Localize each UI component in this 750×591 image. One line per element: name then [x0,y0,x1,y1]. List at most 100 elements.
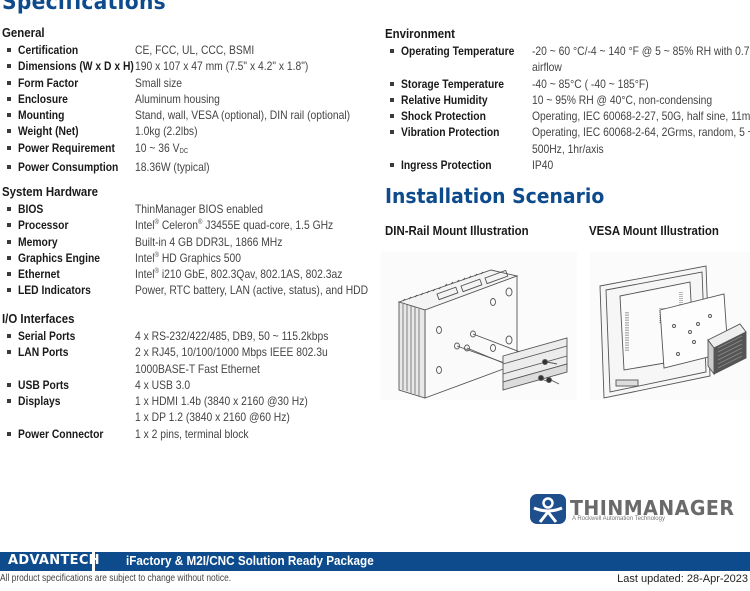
bullet-icon [2,328,18,344]
spec-value: Aluminum housing [135,91,220,106]
spec-value: Operating, IEC 60068-2-27, 50G, half sin… [532,109,750,124]
spec-row: LED Indicators Power, RTC battery, LAN (a… [2,282,406,298]
spec-list: Serial Ports 4 x RS-232/422/485, DB9, 50 … [2,328,360,442]
page-title: Specifications [2,0,166,15]
spec-label: Enclosure [18,91,68,106]
spec-label: Memory [18,234,58,249]
spec-label: Processor [18,218,69,233]
spec-row: USB Ports 4 x USB 3.0 [2,377,360,393]
spec-label: Displays [18,394,61,409]
spec-value: Built-in 4 GB DDR3L, 1866 MHz [135,234,283,249]
spec-row: LAN Ports 2 x RJ45, 10/100/1000 Mbps IEEE… [2,344,360,377]
spec-label: USB Ports [18,377,70,392]
section-environment: Environment Operating Temperature -20 ~ 6… [385,25,750,173]
footer-bar [0,552,750,571]
spec-list: Certification CE, FCC, UL, CCC, BSMI Dimen… [2,42,385,175]
spec-value: 2 x RJ45, 10/100/1000 Mbps IEEE 802.3u [135,345,328,360]
spec-label: Vibration Protection [401,125,500,140]
spec-row: Dimensions (W x D x H) 190 x 107 x 47 mm … [2,58,385,74]
spec-label: LED Indicators [18,283,91,298]
bullet-icon [2,282,18,298]
spec-value: 10 ~ 36 VDC [135,140,189,155]
spec-value: 4 x USB 3.0 [135,377,191,392]
vesa-drawing-icon [599,265,747,399]
bullet-icon [2,123,18,139]
spec-row: Processor Intel® Celeron® J3455E quad-cor… [2,217,406,233]
section-heading: I/O Interfaces [2,311,75,326]
spec-label: BIOS [18,202,44,216]
bullet-icon [2,426,18,442]
footer-title: iFactory & M2I/CNC Solution Ready Packag… [126,553,374,568]
bullet-icon [2,107,18,123]
spec-row: Power Consumption 18.36W (typical) [2,159,385,175]
bullet-icon [2,58,18,74]
spec-row: Displays 1 x HDMI 1.4b (3840 x 2160 @30 H… [2,393,360,426]
spec-row: Ethernet Intel® i210 GbE, 802.3Qav, 802.1… [2,266,406,282]
spec-value: -40 ~ 85°C ( -40 ~ 185°F) [532,76,649,91]
spec-row: BIOS ThinManager BIOS enabled [2,201,406,217]
spec-row: Vibration Protection Operating, IEC 60068… [385,124,750,157]
spec-label: Storage Temperature [401,76,505,91]
spec-label: Ingress Protection [401,158,492,173]
bullet-icon [2,201,18,217]
thinmanager-person-icon [530,494,566,524]
thinmanager-logo: THINMANAGER A Rockwell Automation Techno… [530,494,750,526]
din-rail-drawing-icon [397,269,568,399]
spec-row: Operating Temperature -20 ~ 60 °C/-4 ~ 14… [385,43,750,76]
section-heading: Environment [385,26,455,41]
footer-disclaimer: All product specifications are subject t… [0,573,232,584]
spec-row: Enclosure Aluminum housing [2,91,385,107]
section-heading: General [2,25,45,40]
bullet-icon [385,124,401,140]
spec-row: Relative Humidity 10 ~ 95% RH @ 40°C, non… [385,92,750,108]
spec-value: 1000BASE-T Fast Ethernet [135,361,260,376]
bullet-icon [2,42,18,58]
bullet-icon [2,393,18,409]
vesa-mount-illustration [590,252,750,400]
spec-value: 1 x DP 1.2 (3840 x 2160 @60 Hz) [135,410,290,425]
spec-list: Operating Temperature -20 ~ 60 °C/-4 ~ 14… [385,43,750,173]
spec-row: Power Requirement 10 ~ 36 VDC [2,140,385,159]
spec-label: Shock Protection [401,109,486,124]
spec-label: Certification [18,43,79,57]
spec-row: Mounting Stand, wall, VESA (optional), DI… [2,107,385,123]
thinmanager-tagline: A Rockwell Automation Technology [572,516,665,522]
spec-list: BIOS ThinManager BIOS enabled Processor Int… [2,201,406,299]
spec-value: 18.36W (typical) [135,160,210,175]
bullet-icon [2,250,18,266]
spec-value: Intel® i210 GbE, 802.3Qav, 802.1AS, 802.… [135,267,343,282]
bullet-icon [385,157,401,173]
spec-value: -20 ~ 60 °C/-4 ~ 140 °F @ 5 ~ 85% RH wit… [532,44,750,58]
bullet-icon [385,76,401,92]
bullet-icon [385,92,401,108]
spec-row: Power Connector 1 x 2 pins, terminal bloc… [2,426,360,442]
spec-row: Shock Protection Operating, IEC 60068-2-2… [385,108,750,124]
installation-title: Installation Scenario [385,184,605,208]
bullet-icon [385,108,401,124]
spec-value: CE, FCC, UL, CCC, BSMI [135,43,255,57]
bullet-icon [2,159,18,175]
spec-label: Dimensions (W x D x H) [18,59,134,74]
spec-label: Serial Ports [18,329,76,343]
section-system-hardware: System Hardware BIOS ThinManager BIOS ena… [2,183,406,299]
spec-value: ThinManager BIOS enabled [135,202,263,216]
spec-label: Power Requirement [18,140,115,155]
spec-value: Intel® HD Graphics 500 [135,250,241,265]
spec-value: Small size [135,75,183,90]
spec-row: Serial Ports 4 x RS-232/422/485, DB9, 50 … [2,328,360,344]
section-general: General Certification CE, FCC, UL, CCC, B… [2,24,385,175]
spec-row: Weight (Net) 1.0kg (2.2lbs) [2,123,385,139]
spec-value: 4 x RS-232/422/485, DB9, 50 ~ 115.2kbps [135,329,329,343]
spec-value: 10 ~ 95% RH @ 40°C, non-condensing [532,92,713,107]
bullet-icon [2,344,18,360]
bullet-icon [2,91,18,107]
spec-value: 500Hz, 1hr/axis [532,141,604,156]
spec-value: 190 x 107 x 47 mm (7.5" x 4.2" x 1.8") [135,59,309,74]
bullet-icon [2,234,18,250]
spec-value: Intel® Celeron® J3455E quad-core, 1.5 GH… [135,218,334,233]
vesa-caption: VESA Mount Illustration [589,223,719,238]
spec-value: Power, RTC battery, LAN (active, status)… [135,283,369,298]
bullet-icon [385,43,401,59]
spec-label: Form Factor [18,75,79,90]
spec-label: Ethernet [18,267,60,282]
